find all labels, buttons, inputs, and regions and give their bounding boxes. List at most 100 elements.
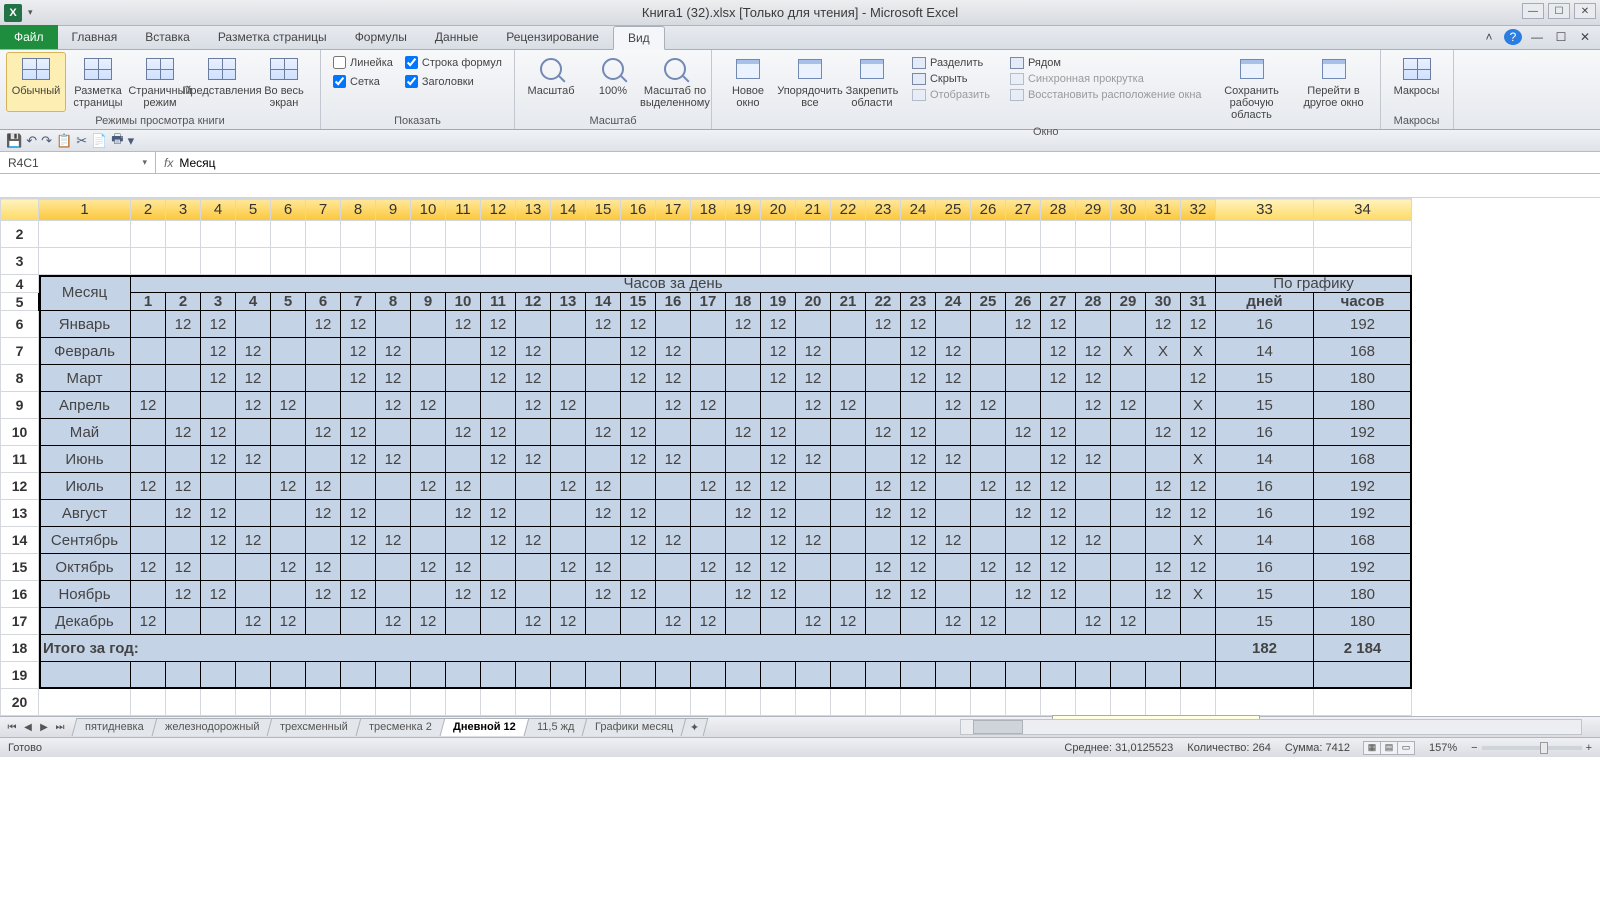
cell-day[interactable]: 12 <box>1181 311 1216 338</box>
cell-day[interactable]: 12 <box>971 392 1006 419</box>
zoom-button[interactable]: 100% <box>583 52 643 112</box>
cell-day[interactable]: 12 <box>481 527 516 554</box>
cell-day[interactable] <box>691 527 726 554</box>
print-icon[interactable]: 🖶 <box>111 130 123 152</box>
new-sheet-tab[interactable]: ✦ <box>681 718 709 736</box>
fx-icon[interactable]: fx <box>164 156 173 170</box>
cell[interactable] <box>971 662 1006 689</box>
cell[interactable] <box>621 248 656 275</box>
cell-day-number[interactable]: 21 <box>831 293 866 311</box>
cell[interactable] <box>1111 248 1146 275</box>
window-small-button[interactable]: Скрыть <box>908 72 994 86</box>
cell-day[interactable]: 12 <box>1146 554 1181 581</box>
cell[interactable] <box>131 662 166 689</box>
cell-total-days[interactable]: 182 <box>1216 635 1314 662</box>
cell-day[interactable] <box>271 581 306 608</box>
cell-day[interactable]: 12 <box>761 338 796 365</box>
cell-hours-sum[interactable]: 168 <box>1314 446 1412 473</box>
col-header[interactable]: 14 <box>551 199 586 221</box>
cell[interactable] <box>1146 662 1181 689</box>
cell-day[interactable]: 12 <box>796 338 831 365</box>
cell-day[interactable] <box>586 446 621 473</box>
restore-icon[interactable]: ☐ <box>1548 3 1570 19</box>
cell[interactable] <box>131 689 166 716</box>
cell-day[interactable]: 12 <box>761 554 796 581</box>
cell[interactable] <box>621 221 656 248</box>
cell-day[interactable] <box>166 446 201 473</box>
cell-day[interactable]: 12 <box>901 527 936 554</box>
cell-day[interactable] <box>831 338 866 365</box>
cell[interactable] <box>901 248 936 275</box>
cell-day[interactable] <box>1076 554 1111 581</box>
cell-day[interactable]: 12 <box>1146 500 1181 527</box>
cell-day[interactable]: 12 <box>306 554 341 581</box>
cell-day[interactable]: 12 <box>341 365 376 392</box>
col-header[interactable]: 34 <box>1314 199 1412 221</box>
cell-day[interactable]: 12 <box>376 608 411 635</box>
cell-month[interactable]: Июль <box>39 473 131 500</box>
row-header[interactable]: 14 <box>1 527 39 554</box>
cell-day[interactable] <box>621 473 656 500</box>
sheet-tab[interactable]: железнодорожный <box>151 718 272 736</box>
cell-day[interactable] <box>551 446 586 473</box>
cell-day[interactable] <box>1181 608 1216 635</box>
cell-day-number[interactable]: 30 <box>1146 293 1181 311</box>
cell-day[interactable]: 12 <box>1076 365 1111 392</box>
cell-day[interactable] <box>691 446 726 473</box>
paste-icon[interactable]: 📄 <box>91 133 107 149</box>
cell-day[interactable] <box>516 473 551 500</box>
cell-day[interactable] <box>376 554 411 581</box>
cell-day[interactable]: 12 <box>166 554 201 581</box>
cell-day[interactable]: 12 <box>236 608 271 635</box>
cell-day[interactable]: 12 <box>761 500 796 527</box>
cell-day[interactable] <box>1006 338 1041 365</box>
cell-day[interactable] <box>236 473 271 500</box>
view-mode-button[interactable]: Разметка страницы <box>68 52 128 112</box>
cell-day[interactable] <box>236 500 271 527</box>
cell-day[interactable]: 12 <box>376 392 411 419</box>
cell-days-sum[interactable]: 14 <box>1216 446 1314 473</box>
cell[interactable] <box>1111 662 1146 689</box>
cell-day[interactable] <box>551 365 586 392</box>
ribbon-tab-4[interactable]: Данные <box>421 25 492 49</box>
cell-day[interactable] <box>621 608 656 635</box>
cell-day[interactable]: 12 <box>901 581 936 608</box>
cell-day[interactable] <box>131 338 166 365</box>
cell-day[interactable] <box>656 581 691 608</box>
cell-day[interactable] <box>1006 608 1041 635</box>
zoom-out-icon[interactable]: − <box>1471 742 1477 754</box>
cell-day[interactable] <box>656 419 691 446</box>
cell[interactable] <box>1216 248 1314 275</box>
cell-day[interactable]: 12 <box>621 338 656 365</box>
cell-day[interactable]: 12 <box>936 338 971 365</box>
cell-days-sum[interactable]: 14 <box>1216 338 1314 365</box>
cell-day[interactable] <box>691 311 726 338</box>
cell-day[interactable]: 12 <box>376 365 411 392</box>
cell-day[interactable] <box>1111 311 1146 338</box>
cell-day[interactable] <box>726 527 761 554</box>
cell[interactable] <box>761 221 796 248</box>
cell-day[interactable] <box>971 581 1006 608</box>
file-tab[interactable]: Файл <box>0 25 58 49</box>
cell-day[interactable]: 12 <box>1181 554 1216 581</box>
cell-day[interactable]: 12 <box>586 581 621 608</box>
cell-day[interactable]: 12 <box>1076 608 1111 635</box>
cell-total-hours[interactable]: 2 184 <box>1314 635 1412 662</box>
cell-day[interactable]: 12 <box>1181 500 1216 527</box>
cell-day[interactable] <box>1146 608 1181 635</box>
cell[interactable] <box>1006 662 1041 689</box>
cell-day[interactable]: 12 <box>621 500 656 527</box>
cell-day[interactable]: 12 <box>516 338 551 365</box>
close-icon[interactable]: ✕ <box>1574 3 1596 19</box>
cell-day[interactable]: 12 <box>656 608 691 635</box>
cell-day[interactable] <box>446 338 481 365</box>
cell-day[interactable]: 12 <box>166 500 201 527</box>
cell-day[interactable]: 12 <box>656 446 691 473</box>
col-header[interactable]: 9 <box>376 199 411 221</box>
tab-nav-prev-icon[interactable]: ◀ <box>20 719 36 735</box>
cell[interactable] <box>796 662 831 689</box>
cell-day[interactable] <box>831 311 866 338</box>
cell-day[interactable]: 12 <box>761 365 796 392</box>
row-header[interactable]: 17 <box>1 608 39 635</box>
cell-day[interactable]: 12 <box>586 311 621 338</box>
